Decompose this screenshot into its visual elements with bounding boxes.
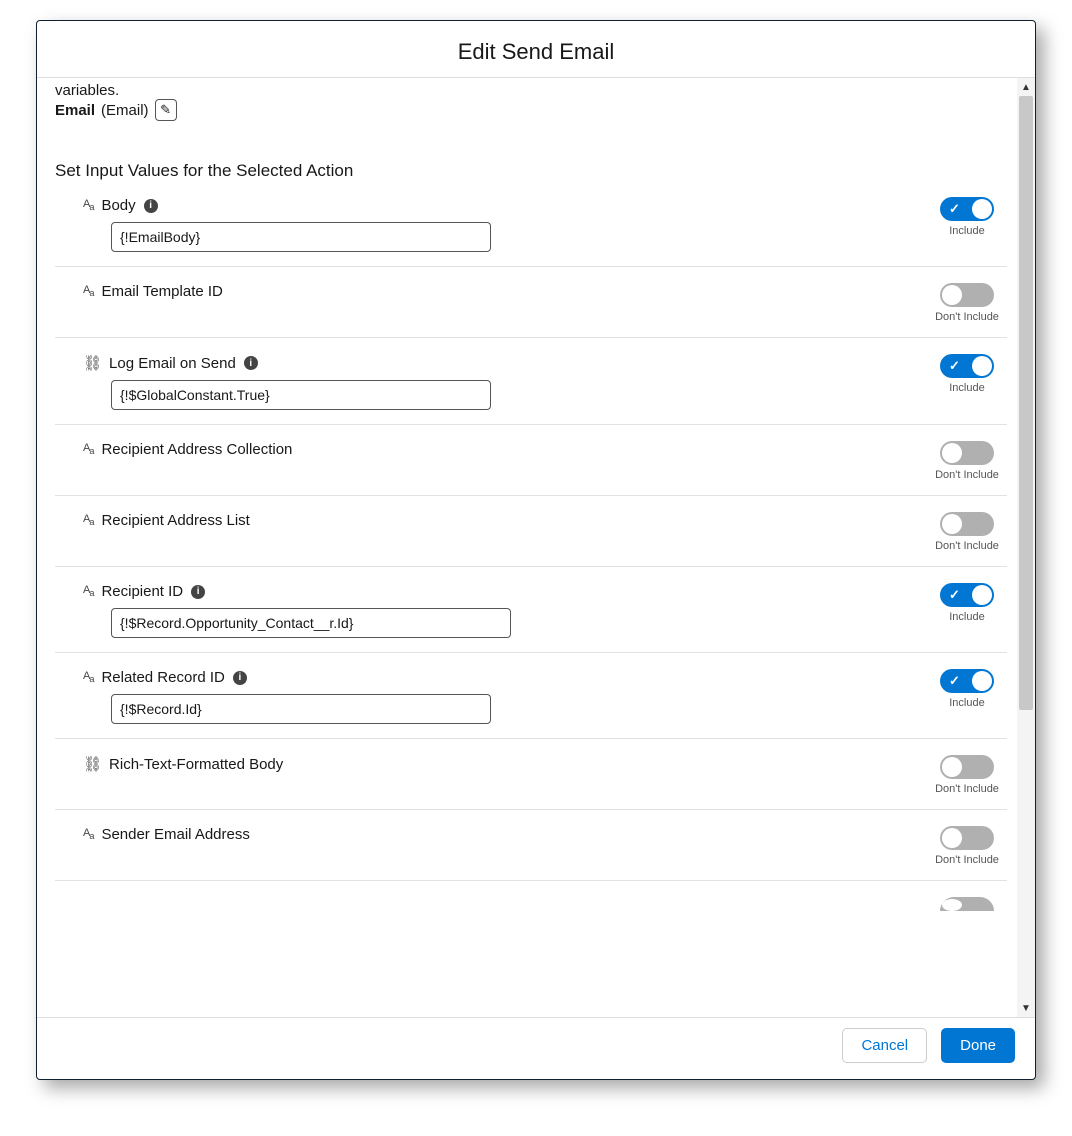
scrollbar[interactable]: ▲ ▼	[1017, 78, 1035, 1017]
include-toggle-log-email[interactable]: ✓	[940, 354, 994, 378]
text-type-icon: Aa	[83, 284, 93, 298]
include-toggle-recipient-list[interactable]: ✓	[940, 512, 994, 536]
scroll-thumb[interactable]	[1019, 96, 1033, 710]
field-email-template-id: Aa Email Template ID ✓ Don't Include	[55, 267, 1007, 338]
toggle-state-label: Include	[949, 225, 984, 237]
include-toggle-body[interactable]: ✓	[940, 197, 994, 221]
log-email-input[interactable]	[111, 380, 491, 410]
email-label-paren: (Email)	[101, 102, 149, 119]
include-toggle-rich-text-body[interactable]: ✓	[940, 755, 994, 779]
link-type-icon: ⛓	[83, 354, 101, 372]
field-body: Aa Body i ✓ Include	[55, 181, 1007, 267]
field-label: Body	[101, 197, 135, 214]
field-next-peek	[55, 881, 1007, 911]
body-input[interactable]	[111, 222, 491, 252]
info-icon[interactable]: i	[233, 671, 247, 685]
field-label: Recipient Address List	[101, 512, 249, 529]
field-sender-email: Aa Sender Email Address ✓ Don't Include	[55, 810, 1007, 881]
done-button[interactable]: Done	[941, 1028, 1015, 1063]
field-log-email: ⛓ Log Email on Send i ✓ Include	[55, 338, 1007, 425]
cancel-button[interactable]: Cancel	[842, 1028, 927, 1063]
email-reference: Email (Email) ✎	[55, 99, 1007, 121]
toggle-state-label: Include	[949, 382, 984, 394]
toggle-state-label: Don't Include	[935, 783, 999, 795]
modal-title: Edit Send Email	[37, 21, 1035, 78]
field-label: Recipient ID	[101, 583, 183, 600]
toggle-state-label: Don't Include	[935, 540, 999, 552]
field-label: Log Email on Send	[109, 355, 236, 372]
include-toggle-related-record-id[interactable]: ✓	[940, 669, 994, 693]
scroll-track[interactable]	[1017, 96, 1035, 999]
toggle-state-label: Include	[949, 697, 984, 709]
include-toggle-recipient-id[interactable]: ✓	[940, 583, 994, 607]
info-icon[interactable]: i	[191, 585, 205, 599]
toggle-state-label: Include	[949, 611, 984, 623]
related-record-id-input[interactable]	[111, 694, 491, 724]
email-label-bold: Email	[55, 102, 95, 119]
field-recipient-id: Aa Recipient ID i ✓ Include	[55, 567, 1007, 653]
modal-scroll-area[interactable]: variables. Email (Email) ✎ Set Input Val…	[37, 78, 1017, 1017]
intro-text: variables.	[55, 82, 1007, 99]
text-type-icon: Aa	[83, 584, 93, 598]
field-rich-text-body: ⛓ Rich-Text-Formatted Body ✓ Don't Inclu…	[55, 739, 1007, 810]
edit-icon[interactable]: ✎	[155, 99, 177, 121]
toggle-state-label: Don't Include	[935, 854, 999, 866]
text-type-icon: Aa	[83, 670, 93, 684]
scroll-up-icon[interactable]: ▲	[1017, 78, 1035, 96]
include-toggle-recipient-collection[interactable]: ✓	[940, 441, 994, 465]
link-type-icon: ⛓	[83, 755, 101, 773]
toggle-state-label: Don't Include	[935, 469, 999, 481]
modal-body: variables. Email (Email) ✎ Set Input Val…	[37, 78, 1035, 1017]
scroll-down-icon[interactable]: ▼	[1017, 999, 1035, 1017]
field-label: Rich-Text-Formatted Body	[109, 756, 283, 773]
field-label: Sender Email Address	[101, 826, 249, 843]
field-label: Recipient Address Collection	[101, 441, 292, 458]
field-recipient-list: Aa Recipient Address List ✓ Don't Includ…	[55, 496, 1007, 567]
text-type-icon: Aa	[83, 513, 93, 527]
modal-edit-send-email: Edit Send Email variables. Email (Email)…	[36, 20, 1036, 1080]
include-toggle-next[interactable]	[940, 897, 994, 911]
toggle-state-label: Don't Include	[935, 311, 999, 323]
field-recipient-collection: Aa Recipient Address Collection ✓ Don't …	[55, 425, 1007, 496]
info-icon[interactable]: i	[144, 199, 158, 213]
text-type-icon: Aa	[83, 198, 93, 212]
include-toggle-sender-email[interactable]: ✓	[940, 826, 994, 850]
field-label: Email Template ID	[101, 283, 222, 300]
text-type-icon: Aa	[83, 827, 93, 841]
info-icon[interactable]: i	[244, 356, 258, 370]
modal-footer: Cancel Done	[37, 1017, 1035, 1079]
section-title: Set Input Values for the Selected Action	[55, 161, 1007, 181]
text-type-icon: Aa	[83, 442, 93, 456]
recipient-id-input[interactable]	[111, 608, 511, 638]
field-related-record-id: Aa Related Record ID i ✓ Include	[55, 653, 1007, 739]
field-label: Related Record ID	[101, 669, 224, 686]
include-toggle-email-template-id[interactable]: ✓	[940, 283, 994, 307]
